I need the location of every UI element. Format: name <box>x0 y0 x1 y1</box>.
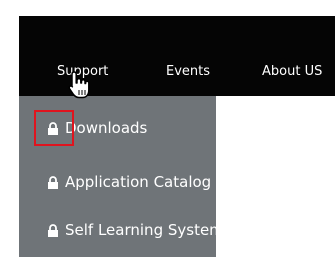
nav-item-about-us[interactable]: About US <box>262 64 322 80</box>
menu-item-label: Self Learning System <box>65 221 224 239</box>
hand-pointer-icon <box>68 71 90 99</box>
nav-item-events[interactable]: Events <box>166 64 210 80</box>
menu-item-application-catalog[interactable]: Application Catalog <box>19 172 216 192</box>
menu-item-label: Application Catalog <box>65 173 212 191</box>
menu-item-self-learning-system[interactable]: Self Learning System <box>19 220 224 240</box>
lock-icon <box>48 224 58 237</box>
highlight-box <box>34 110 74 146</box>
menu-item-label: Downloads <box>65 119 148 137</box>
lock-icon <box>48 176 58 189</box>
